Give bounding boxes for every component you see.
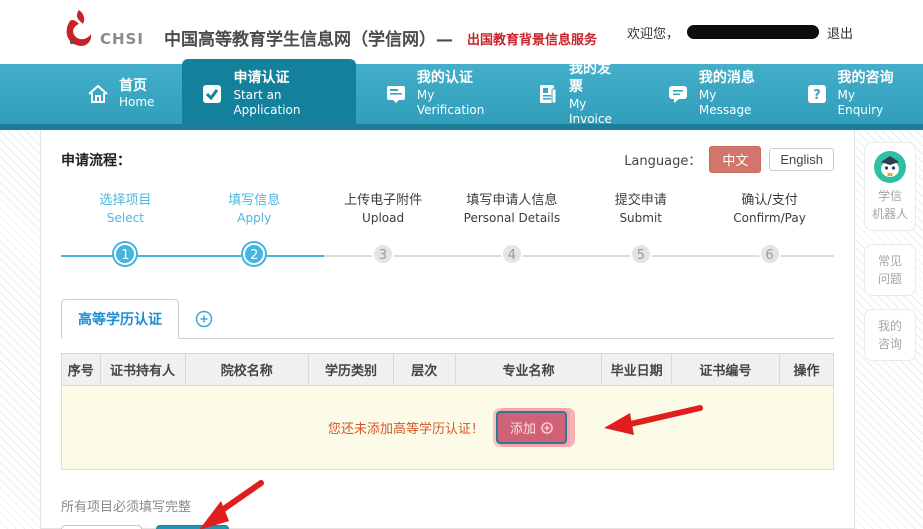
empty-state-row: 您还未添加高等学历认证！ 添加 — [62, 386, 834, 470]
col-major: 专业名称 — [455, 354, 602, 386]
table-header-row: 序号 证书持有人 院校名称 学历类别 层次 专业名称 毕业日期 证书编号 操作 — [62, 354, 834, 386]
language-zh-button[interactable]: 中文 — [709, 146, 761, 173]
nav-label-en: My Enquiry — [838, 88, 896, 119]
logo-text: CHSI — [100, 30, 144, 48]
col-graduation-date: 毕业日期 — [602, 354, 671, 386]
tab-bar: 高等学历认证 — [61, 299, 834, 339]
step-circle-2: 2 — [243, 243, 265, 265]
language-en-button[interactable]: English — [769, 148, 834, 171]
main-nav: 首页Home 申请认证Start an Application 我的认证My — [0, 64, 923, 130]
nav-label-zh: 我的认证 — [417, 69, 494, 87]
language-switcher: Language： 中文 English — [624, 146, 834, 173]
welcome-area: 欢迎您， 退出 — [627, 23, 853, 42]
annotation-arrow-add — [596, 400, 708, 440]
col-actions: 操作 — [779, 354, 833, 386]
nav-label-zh: 我的发票 — [569, 60, 624, 96]
svg-text:?: ? — [813, 88, 821, 103]
nav-label-en: My Verification — [417, 88, 494, 119]
message-bubble-icon — [666, 82, 690, 106]
nav-label-zh: 我的咨询 — [838, 69, 896, 87]
step-circle-3: 3 — [372, 243, 394, 265]
col-serial: 序号 — [62, 354, 101, 386]
nav-item-my-message[interactable]: 我的消息My Message — [652, 61, 777, 126]
sidebar-my-enquiry[interactable]: 我的 咨询 — [864, 309, 916, 361]
site-subtitle: 出国教育背景信息服务 — [467, 29, 597, 48]
page-background: 申请流程： Language： 中文 English 选择项目 Select 1… — [0, 130, 923, 529]
nav-label-en: Start an Application — [233, 88, 337, 119]
process-title: 申请流程： — [61, 150, 131, 170]
step-circle-4: 4 — [501, 243, 523, 265]
home-icon — [86, 82, 110, 106]
step-apply: 填写信息 Apply 2 — [190, 189, 319, 265]
step-confirm-pay: 确认/支付 Confirm/Pay 6 — [705, 189, 834, 265]
col-certificate-number: 证书编号 — [671, 354, 779, 386]
col-institution: 院校名称 — [185, 354, 309, 386]
progress-steps: 选择项目 Select 1 填写信息 Apply 2 上传电子附件 Upload… — [61, 189, 834, 291]
site-header: CHSI 中国高等教育学生信息网（学信网）— 出国教育背景信息服务 欢迎您， 退… — [0, 0, 923, 64]
tab-higher-education-verification[interactable]: 高等学历认证 — [61, 299, 179, 339]
step-circle-5: 5 — [630, 243, 652, 265]
nav-label-en: Home — [119, 95, 154, 111]
col-level: 层次 — [393, 354, 455, 386]
welcome-text: 欢迎您， — [627, 23, 679, 42]
col-certificate-holder: 证书持有人 — [100, 354, 185, 386]
step-personal-details: 填写申请人信息 Personal Details 4 — [447, 189, 576, 265]
step-circle-1: 1 — [114, 243, 136, 265]
previous-step-button[interactable]: 上一步 — [61, 525, 142, 529]
step-submit: 提交申请 Submit 5 — [576, 189, 705, 265]
step-circle-6: 6 — [759, 243, 781, 265]
nav-item-home[interactable]: 首页Home — [72, 69, 168, 119]
nav-label-zh: 我的消息 — [699, 69, 763, 87]
main-content-panel: 申请流程： Language： 中文 English 选择项目 Select 1… — [40, 130, 855, 529]
redacted-username — [687, 25, 819, 39]
col-education-type: 学历类别 — [309, 354, 394, 386]
nav-item-my-enquiry[interactable]: ? 我的咨询My Enquiry — [791, 61, 910, 126]
step-select: 选择项目 Select 1 — [61, 189, 190, 265]
nav-item-start-application[interactable]: 申请认证Start an Application — [182, 59, 355, 128]
floating-sidebar: 学信 机器人 常见 问题 我的 咨询 — [864, 142, 916, 374]
credentials-table: 序号 证书持有人 院校名称 学历类别 层次 专业名称 毕业日期 证书编号 操作 … — [61, 353, 834, 470]
invoice-icon — [536, 82, 560, 106]
site-title: 中国高等教育学生信息网（学信网）— — [164, 25, 453, 50]
nav-label-zh: 申请认证 — [233, 69, 337, 87]
robot-avatar-icon — [873, 150, 907, 184]
nav-label-zh: 首页 — [119, 77, 154, 95]
sidebar-faq[interactable]: 常见 问题 — [864, 244, 916, 296]
language-label: Language： — [624, 150, 701, 169]
question-box-icon: ? — [805, 82, 829, 106]
checkbox-check-icon — [200, 82, 224, 106]
nav-item-my-verification[interactable]: 我的认证My Verification — [370, 61, 508, 126]
certificate-icon — [384, 82, 408, 106]
logout-link[interactable]: 退出 — [827, 23, 853, 42]
annotation-arrow-next — [173, 477, 269, 529]
nav-label-en: My Message — [699, 88, 763, 119]
step-upload: 上传电子附件 Upload 3 — [319, 189, 448, 265]
plus-circle-icon[interactable] — [195, 310, 213, 328]
sidebar-robot-assistant[interactable]: 学信 机器人 — [864, 142, 916, 231]
empty-state-message: 您还未添加高等学历认证！ — [328, 418, 484, 437]
phoenix-logo-icon — [62, 9, 92, 55]
site-logo: CHSI 中国高等教育学生信息网（学信网）— 出国教育背景信息服务 — [62, 9, 597, 55]
footer-actions: 上一步 下一步 — [61, 525, 381, 529]
add-credential-button[interactable]: 添加 — [496, 411, 567, 444]
plus-circle-small-icon — [541, 422, 553, 434]
